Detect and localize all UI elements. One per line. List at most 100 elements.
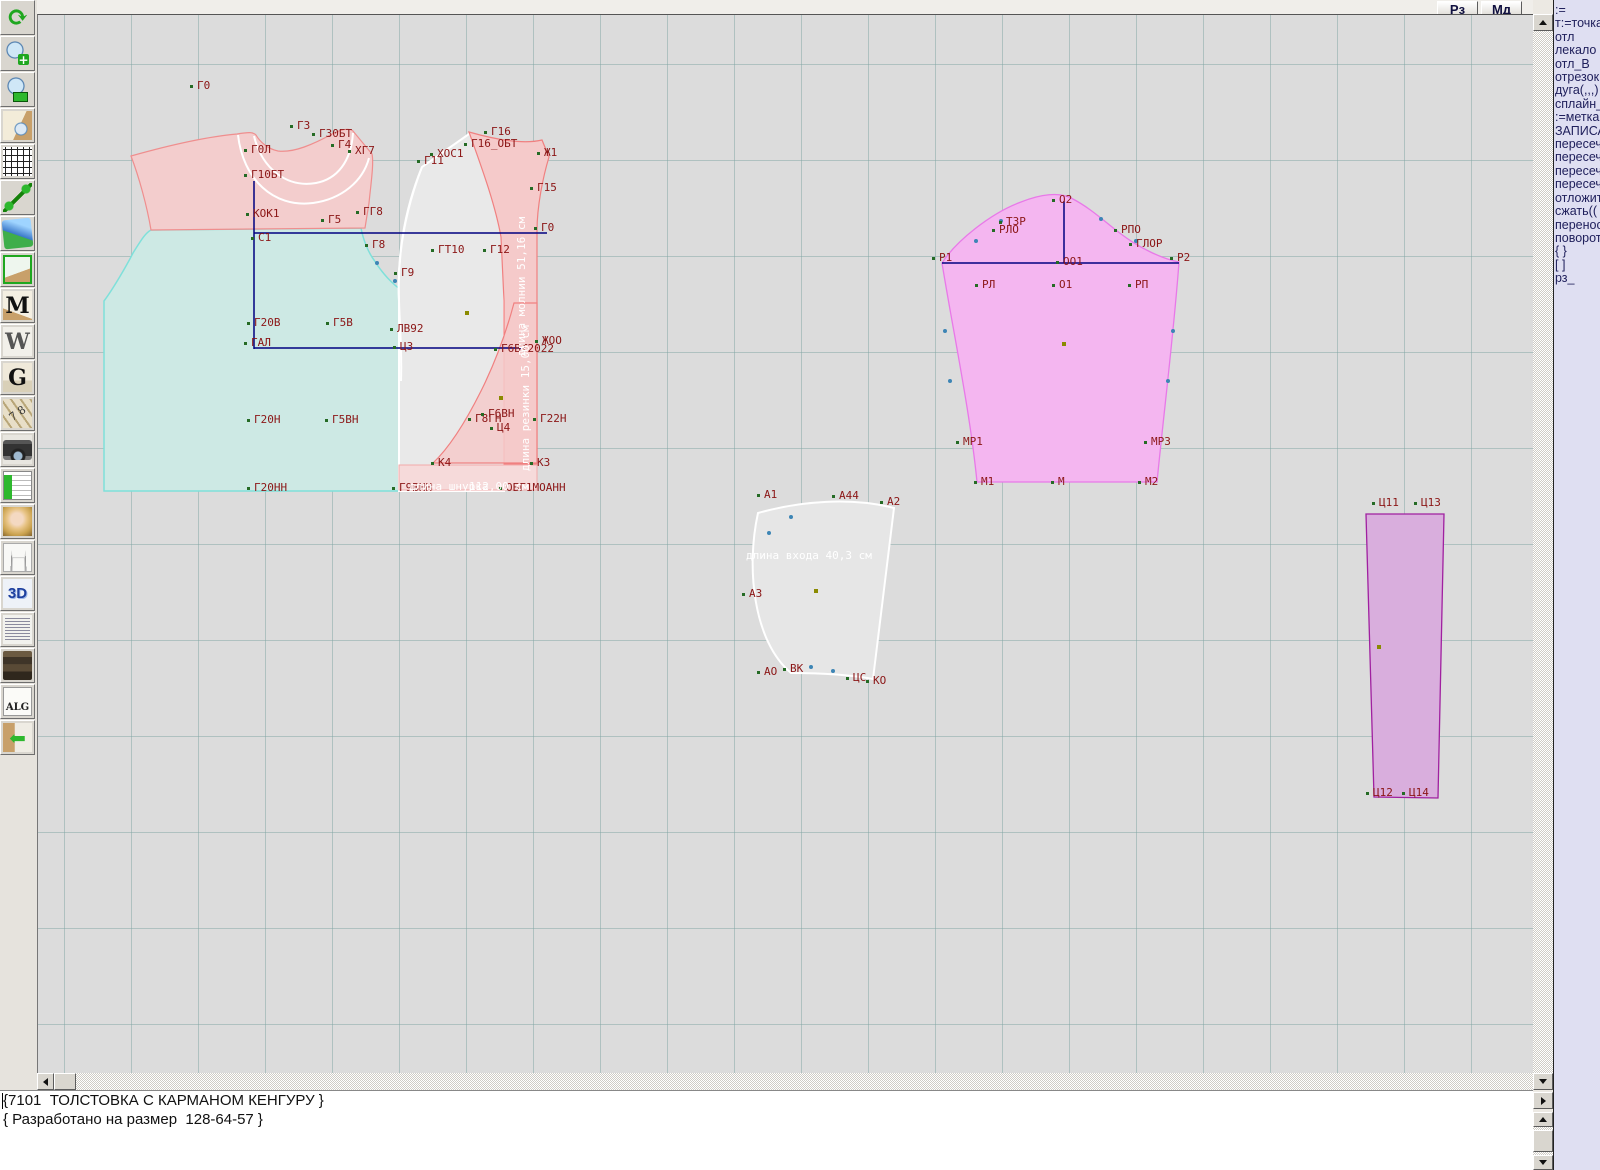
point-marker: [490, 427, 493, 430]
model-photo-button[interactable]: [0, 504, 35, 539]
command-item[interactable]: отл_В: [1554, 58, 1600, 71]
text-report-button[interactable]: [0, 612, 35, 647]
measure-line-button[interactable]: [0, 180, 35, 215]
command-item[interactable]: ЗАПИСА: [1554, 125, 1600, 138]
canvas-scroll-up-button[interactable]: [1533, 14, 1553, 31]
pattern-piece-button[interactable]: [0, 252, 35, 287]
point-label: Г16_ОБТ: [471, 137, 518, 150]
formula-console[interactable]: {7101 ТОЛСТОВКА С КАРМАНОМ КЕНГУРУ } { Р…: [0, 1090, 1533, 1170]
pattern-m-button[interactable]: [0, 288, 35, 323]
alg-document-icon: [3, 687, 32, 716]
point-label: Г0Л: [251, 143, 271, 156]
point-marker: [393, 346, 396, 349]
point-label: М1: [981, 475, 994, 488]
point-marker: [417, 160, 420, 163]
drawing-canvas[interactable]: Г0Г3Г30БТГ4ХГ7Г0ЛГ10БТКОК1Г5ГГ8С1Г8Г9Г16…: [37, 14, 1533, 1073]
grid-button[interactable]: [0, 144, 35, 179]
point-label: ГТ10: [438, 243, 465, 256]
text-caret: [2, 1093, 3, 1109]
command-item[interactable]: лекало: [1554, 44, 1600, 57]
point-label: Г5: [328, 213, 341, 226]
console-vscroll-thumb[interactable]: [1533, 1130, 1553, 1152]
canvas-hscroll-thumb[interactable]: [54, 1073, 76, 1090]
zoom-in-button[interactable]: [0, 36, 35, 71]
grid-icon: [3, 147, 32, 176]
point-label: К4: [438, 456, 452, 469]
archive-books-button[interactable]: [0, 648, 35, 683]
point-marker: [431, 249, 434, 252]
canvas-scroll-down-button[interactable]: [1533, 1073, 1553, 1090]
zoom-window-button[interactable]: [0, 72, 35, 107]
point-label: Ц11: [1379, 496, 1399, 509]
point-label: КО: [873, 674, 886, 687]
point-marker: [866, 680, 869, 683]
compass-w-button[interactable]: [0, 324, 35, 359]
point-marker: [1129, 243, 1132, 246]
console-scroll-right-button[interactable]: [1533, 1092, 1553, 1109]
command-item[interactable]: :=метка: [1554, 111, 1600, 124]
fabric-map-icon: [2, 218, 34, 250]
point-marker: [394, 272, 397, 275]
command-item[interactable]: сплайн_: [1554, 98, 1600, 111]
point-label: ГАЛ: [251, 336, 271, 349]
pattern-preview-button[interactable]: [0, 108, 35, 143]
command-item[interactable]: поворот: [1554, 232, 1600, 245]
point-label: Г6ВН: [488, 407, 515, 420]
command-item[interactable]: :=: [1554, 4, 1600, 17]
point-marker: [1372, 502, 1375, 505]
command-item[interactable]: пересеч: [1554, 178, 1600, 191]
command-item[interactable]: дуга(,,,): [1554, 84, 1600, 97]
command-item[interactable]: рз_: [1554, 272, 1600, 285]
garment-sketch-button[interactable]: [0, 540, 35, 575]
view-3d-icon: [3, 579, 32, 608]
point-label: А3: [749, 587, 762, 600]
grading-g-icon: [3, 363, 32, 392]
command-item[interactable]: отрезок: [1554, 71, 1600, 84]
command-item[interactable]: пересеч: [1554, 151, 1600, 164]
point-label: Г8: [372, 238, 385, 251]
rotate-refresh-button[interactable]: [0, 0, 35, 35]
point-label: МР1: [963, 435, 983, 448]
console-scroll-down-button[interactable]: [1533, 1155, 1553, 1170]
command-item[interactable]: сжать((: [1554, 205, 1600, 218]
console-scroll-up-button[interactable]: [1533, 1112, 1553, 1127]
view-3d-button[interactable]: [0, 576, 35, 611]
command-item[interactable]: перенос: [1554, 219, 1600, 232]
ruler-button[interactable]: [0, 396, 35, 431]
point-label: М: [1058, 475, 1065, 488]
point-marker: [742, 593, 745, 596]
piece-cuff[interactable]: [1366, 514, 1444, 798]
point-marker: [932, 257, 935, 260]
point-marker: [1414, 502, 1417, 505]
canvas-vscroll-track[interactable]: [1533, 31, 1553, 1073]
point-marker: [832, 495, 835, 498]
point-label: Ц3: [400, 340, 413, 353]
point-marker: [533, 418, 536, 421]
command-list: :=т:=точкаотллекалоотл_Вотрезокдуга(,,,)…: [1554, 0, 1600, 286]
point-label: Г11: [424, 154, 444, 167]
canvas-hscroll-track[interactable]: [76, 1073, 1533, 1090]
point-marker: [1128, 284, 1131, 287]
point-marker: [1051, 481, 1054, 484]
command-item[interactable]: [ ]: [1554, 259, 1600, 272]
point-marker: [974, 481, 977, 484]
exit-button[interactable]: [0, 720, 35, 755]
command-item[interactable]: пересеч: [1554, 138, 1600, 151]
point-label: Г5ВН: [332, 413, 359, 426]
alg-document-button[interactable]: [0, 684, 35, 719]
spec-table-button[interactable]: [0, 468, 35, 503]
piece-pocket[interactable]: [753, 502, 894, 679]
point-marker: [464, 143, 467, 146]
command-item[interactable]: отл: [1554, 31, 1600, 44]
grading-g-button[interactable]: [0, 360, 35, 395]
point-marker: [992, 229, 995, 232]
command-item[interactable]: отложит: [1554, 192, 1600, 205]
canvas-scroll-left-button[interactable]: [37, 1073, 54, 1090]
fabric-map-button[interactable]: [0, 216, 35, 251]
camera-button[interactable]: [0, 432, 35, 467]
command-item[interactable]: { }: [1554, 245, 1600, 258]
command-panel: :=т:=точкаотллекалоотл_Вотрезокдуга(,,,)…: [1553, 0, 1600, 1170]
command-item[interactable]: пересеч: [1554, 165, 1600, 178]
command-item[interactable]: т:=точка: [1554, 17, 1600, 30]
point-marker: [247, 322, 250, 325]
